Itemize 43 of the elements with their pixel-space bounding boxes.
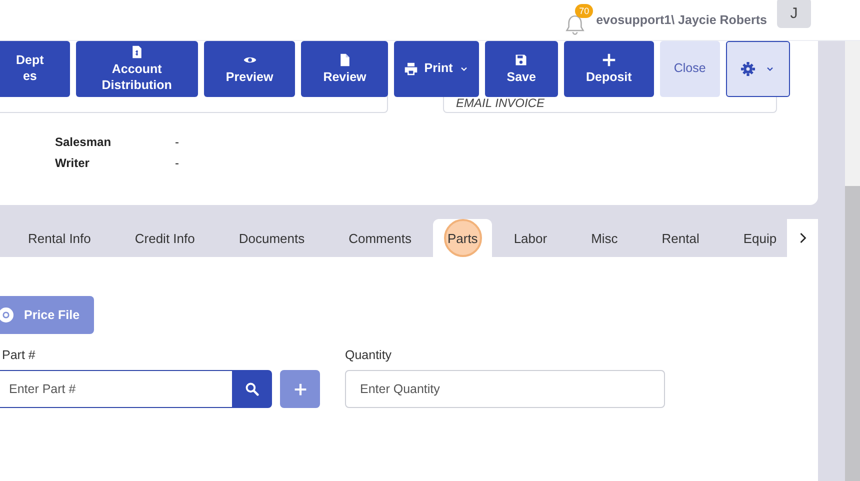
- part-number-field[interactable]: Enter Part #: [0, 370, 232, 408]
- tab[interactable]: Equip: [721, 219, 799, 257]
- settings-icon: [740, 62, 755, 76]
- add-button[interactable]: [280, 370, 320, 408]
- user-name[interactable]: evosupport1\ Jaycie Roberts: [596, 13, 767, 27]
- text-field[interactable]: [0, 95, 388, 113]
- tab[interactable]: Rental: [640, 219, 722, 257]
- tab[interactable]: Credit Info: [112, 219, 217, 257]
- toolbar-button[interactable]: Account Distribution: [76, 41, 198, 97]
- scrollbar-thumb[interactable]: [845, 186, 860, 481]
- tab[interactable]: Documents: [216, 219, 327, 257]
- field-label: Quantity: [345, 348, 393, 362]
- plus-icon: [602, 52, 616, 67]
- text-field[interactable]: EMAIL INVOICE: [443, 95, 777, 113]
- tab[interactable]: Labor: [492, 219, 570, 257]
- file-icon: [338, 52, 352, 67]
- toolbar-button[interactable]: Deposit: [564, 41, 654, 97]
- tab[interactable]: Rental Info: [0, 219, 113, 257]
- search-button[interactable]: [232, 370, 272, 408]
- field-value: -: [175, 156, 179, 170]
- tab[interactable]: Misc: [569, 219, 640, 257]
- notification-badge: 70: [575, 4, 594, 18]
- toolbar-button[interactable]: Close: [660, 41, 720, 97]
- settings-button[interactable]: [726, 41, 790, 97]
- field-label: Writer: [55, 156, 90, 170]
- toolbar-button[interactable]: Print: [394, 41, 479, 97]
- toolbar-button[interactable]: Review: [301, 41, 388, 97]
- toolbar-button[interactable]: Dept es: [0, 41, 70, 97]
- quantity-field[interactable]: Enter Quantity: [345, 370, 665, 408]
- printer-icon: [404, 62, 418, 76]
- field-label: Part #: [2, 348, 36, 362]
- toolbar-button[interactable]: Save: [484, 41, 558, 97]
- tab[interactable]: Comments: [326, 219, 434, 257]
- search-icon: [245, 382, 259, 396]
- field-value: -: [175, 135, 179, 149]
- user-avatar[interactable]: J: [777, 0, 811, 28]
- toolbar-button[interactable]: Preview: [204, 41, 296, 97]
- tab[interactable]: Parts: [433, 219, 492, 257]
- file-icon: [130, 44, 144, 59]
- click-highlight: [444, 219, 482, 257]
- bell-icon: [564, 14, 586, 36]
- field-label: Salesman: [55, 135, 112, 149]
- plus-icon: [294, 382, 306, 396]
